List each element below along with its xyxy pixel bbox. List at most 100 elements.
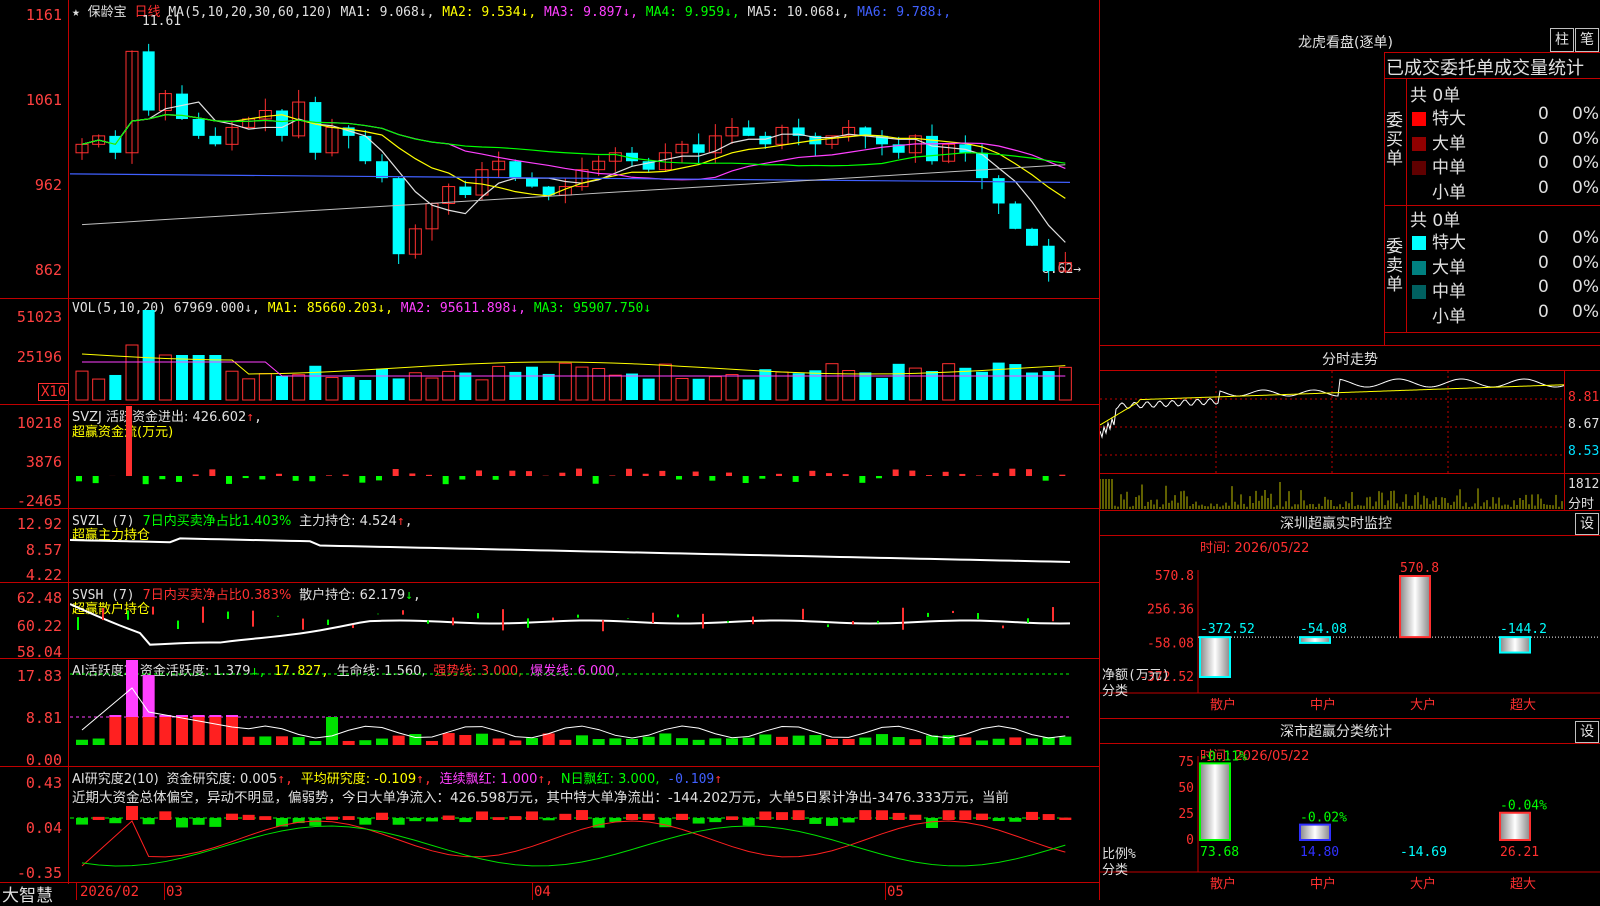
activity-bar xyxy=(376,739,388,745)
monitor-settings-button[interactable]: 设 xyxy=(1575,513,1599,535)
activity-bar xyxy=(676,738,688,745)
flow-bar xyxy=(643,474,649,476)
chart-category-label: 中户 xyxy=(1310,876,1336,892)
chart-y-tick: 50 xyxy=(1178,781,1194,796)
volume-bar xyxy=(1026,373,1038,400)
ai-research-tick-1: 0.43 xyxy=(0,774,62,792)
chart-ylabel: 净额(万元) xyxy=(1102,668,1170,683)
activity-bar xyxy=(426,741,438,745)
volume-bar xyxy=(259,374,271,400)
order-color-swatch xyxy=(1412,137,1426,151)
volume-bar xyxy=(459,373,471,400)
activity-bar xyxy=(243,737,255,745)
intraday-avg-line xyxy=(1100,385,1564,425)
classify-bar xyxy=(1200,763,1230,840)
classify-title: 深市超赢分类统计 xyxy=(1280,721,1392,741)
volume-bar xyxy=(76,371,88,400)
flow-bar xyxy=(693,472,699,476)
ai-research-tick-3: -0.35 xyxy=(0,864,62,882)
research-bar xyxy=(159,811,171,820)
volume-bar xyxy=(376,369,388,400)
activity-bar xyxy=(1026,738,1038,745)
candle-body-down xyxy=(209,136,221,144)
bar-mode-button[interactable]: 柱 xyxy=(1550,28,1574,52)
intraday-panel[interactable]: 分时走势 8.81 8.67 8.53 1812 分时 xyxy=(1100,345,1600,510)
ai-research-header: AI研究度2(10) 资金研究度: 0.005↑, 平均研究度: -0.109↑… xyxy=(72,768,722,787)
classify-value-label: 26.21 xyxy=(1500,845,1539,860)
order-row-sell-rows-0: 特大 xyxy=(1412,228,1466,253)
chart-y-tick: -58.08 xyxy=(1147,636,1194,651)
research-bar xyxy=(809,818,821,824)
volume-bar xyxy=(276,376,288,400)
ma6-line xyxy=(70,174,1070,182)
intraday-vol-tick: 1812 xyxy=(1568,477,1599,492)
volume-bar xyxy=(893,364,905,400)
activity-bar xyxy=(126,717,138,745)
research-bar xyxy=(793,810,805,820)
activity-bar xyxy=(576,735,588,745)
classify-settings-button[interactable]: 设 xyxy=(1575,721,1599,743)
order-type: 大单 xyxy=(1432,258,1466,278)
order-type: 特大 xyxy=(1432,233,1466,253)
research-bar xyxy=(943,810,955,820)
intraday-tick-2: 8.67 xyxy=(1568,417,1599,432)
vol-ma2-line xyxy=(82,362,1065,376)
order-type: 大单 xyxy=(1432,134,1466,154)
chart-y-tick: 25 xyxy=(1178,807,1194,822)
flow-bar xyxy=(943,472,949,476)
volume-bar xyxy=(126,345,138,400)
volume-bar xyxy=(109,375,121,400)
order-type: 小单 xyxy=(1432,183,1466,203)
activity-bar xyxy=(909,739,921,745)
order-count: 0 xyxy=(1538,253,1549,273)
chart-xlabel: 分类 xyxy=(1102,684,1128,699)
activity-bar xyxy=(843,739,855,745)
classify-bar-chart: 7550250比例%分类散户中户大户超大-0.11%73.68-0.02%14.… xyxy=(1100,744,1600,900)
activity-bar xyxy=(143,717,155,745)
activity-bar xyxy=(476,734,488,745)
flow-bar xyxy=(426,475,432,476)
ai-active-chart xyxy=(70,660,1098,766)
order-row-buy-rows-2: 中单 xyxy=(1412,153,1466,178)
order-row-buy-rows-0: 特大 xyxy=(1412,104,1466,129)
monitor-title: 深圳超赢实时监控 xyxy=(1280,513,1392,533)
candle-body-down xyxy=(743,127,755,135)
research-bar xyxy=(226,814,238,820)
research-bar xyxy=(876,810,888,820)
volume-bar xyxy=(743,379,755,400)
flow-bar xyxy=(359,476,365,483)
ma3-line xyxy=(82,115,1065,180)
research-bar xyxy=(543,818,555,820)
order-color-swatch xyxy=(1412,285,1426,299)
order-count: 0 xyxy=(1538,153,1549,173)
volume-chart xyxy=(70,310,1098,402)
svzl-tick-3: 4.22 xyxy=(0,566,62,584)
monitor-bar xyxy=(1400,576,1430,637)
tick-mode-button[interactable]: 笔 xyxy=(1575,28,1599,52)
activity-bar xyxy=(226,717,238,745)
volume-bar xyxy=(793,373,805,400)
flow-bar xyxy=(759,476,765,479)
chart-category-label: 超大 xyxy=(1510,877,1536,892)
activity-bar xyxy=(876,734,888,745)
price-tick-4: 862 xyxy=(0,261,62,279)
volume-bar xyxy=(626,374,638,400)
flow-bar xyxy=(226,476,232,484)
order-color-swatch xyxy=(1412,236,1426,250)
activity-bar xyxy=(959,737,971,745)
activity-bar xyxy=(493,739,505,745)
activity-bar xyxy=(776,737,788,745)
research-bar xyxy=(443,816,455,820)
main-force-chart xyxy=(70,510,1098,582)
volume-bar xyxy=(943,364,955,400)
volume-bar xyxy=(1043,371,1055,400)
activity-bar-top xyxy=(176,715,188,717)
chart-category-label: 大户 xyxy=(1410,876,1436,892)
activity-bar xyxy=(276,736,288,745)
svsh-tick-3: 58.04 xyxy=(0,643,62,661)
flow-bar xyxy=(776,474,782,476)
flow-bar xyxy=(409,473,415,476)
chart-category-label: 中户 xyxy=(1310,697,1336,713)
candle-body-down xyxy=(1009,203,1021,228)
flow-bar xyxy=(1043,476,1049,481)
